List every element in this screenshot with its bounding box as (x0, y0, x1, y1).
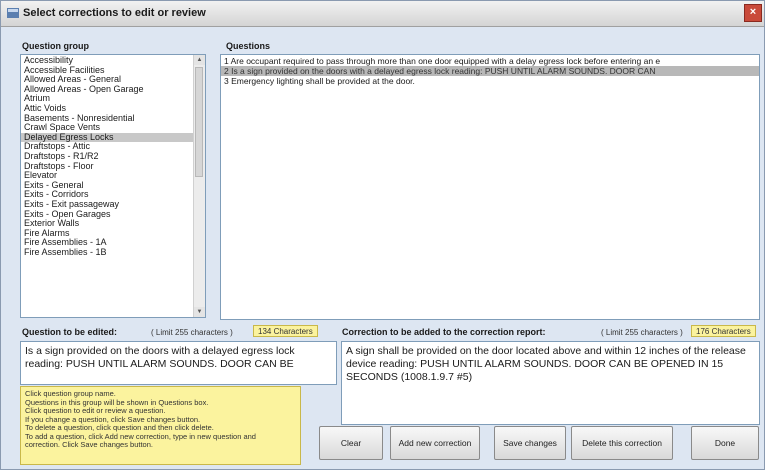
scroll-down-icon[interactable]: ▼ (194, 307, 205, 317)
questions-list[interactable]: 1 Are occupant required to pass through … (220, 54, 760, 320)
help-text-box: Click question group name. Questions in t… (20, 386, 301, 465)
list-item[interactable]: Attic Voids (21, 104, 195, 114)
done-button[interactable]: Done (691, 426, 759, 460)
question-group-label: Question group (22, 41, 89, 51)
question-row[interactable]: 1 Are occupant required to pass through … (221, 56, 759, 66)
scroll-thumb[interactable] (195, 67, 203, 177)
add-new-correction-button[interactable]: Add new correction (390, 426, 480, 460)
list-item[interactable]: Crawl Space Vents (21, 123, 195, 133)
list-item[interactable]: Allowed Areas - General (21, 75, 195, 85)
question-row[interactable]: 3 Emergency lighting shall be provided a… (221, 76, 759, 86)
scroll-up-icon[interactable]: ▲ (194, 55, 205, 65)
question-group-scrollbar[interactable]: ▲ ▼ (193, 55, 205, 317)
list-item[interactable]: Exterior Walls (21, 219, 195, 229)
questions-label: Questions (226, 41, 271, 51)
correction-char-count: 176 Characters (691, 325, 756, 337)
dialog-window: Select corrections to edit or review × Q… (0, 0, 765, 470)
list-item[interactable]: Fire Assemblies - 1B (21, 248, 195, 258)
question-char-count: 134 Characters (253, 325, 318, 337)
list-item[interactable]: Accessible Facilities (21, 66, 195, 76)
list-item[interactable]: Atrium (21, 94, 195, 104)
app-icon (7, 8, 19, 18)
list-item[interactable]: Delayed Egress Locks (21, 132, 195, 143)
question-row[interactable]: 2 Is a sign provided on the doors with a… (221, 66, 759, 76)
question-edit-label: Question to be edited: (22, 327, 118, 337)
list-item[interactable]: Exits - Open Garages (21, 210, 195, 220)
list-item[interactable]: Draftstops - Attic (21, 142, 195, 152)
save-changes-button[interactable]: Save changes (494, 426, 566, 460)
list-item[interactable]: Exits - Exit passageway (21, 200, 195, 210)
question-group-list[interactable]: Accessibility Accessible Facilities Allowe… (20, 54, 206, 318)
list-item[interactable]: Allowed Areas - Open Garage (21, 85, 195, 95)
correction-limit-text: ( Limit 255 characters ) (601, 328, 683, 337)
title-bar: Select corrections to edit or review × (1, 1, 764, 27)
close-icon[interactable]: × (750, 6, 756, 18)
list-item[interactable]: Accessibility (21, 56, 195, 66)
list-item[interactable]: Draftstops - Floor (21, 162, 195, 172)
list-item[interactable]: Basements - Nonresidential (21, 114, 195, 124)
correction-edit-label: Correction to be added to the correction… (342, 327, 546, 337)
list-item[interactable]: Draftstops - R1/R2 (21, 152, 195, 162)
list-item[interactable]: Fire Alarms (21, 229, 195, 239)
delete-correction-button[interactable]: Delete this correction (571, 426, 673, 460)
question-limit-text: ( Limit 255 characters ) (151, 328, 233, 337)
window-title: Select corrections to edit or review (23, 7, 206, 19)
correction-edit-field[interactable]: A sign shall be provided on the door loc… (341, 341, 760, 425)
list-item[interactable]: Fire Assemblies - 1A (21, 238, 195, 248)
list-item[interactable]: Exits - General (21, 181, 195, 191)
list-item[interactable]: Elevator (21, 171, 195, 181)
help-line: correction. Click Save changes button. (25, 440, 153, 449)
list-item[interactable]: Exits - Corridors (21, 190, 195, 200)
close-button[interactable]: × (744, 4, 762, 22)
question-edit-field[interactable]: Is a sign provided on the doors with a d… (20, 341, 337, 385)
clear-button[interactable]: Clear (319, 426, 383, 460)
